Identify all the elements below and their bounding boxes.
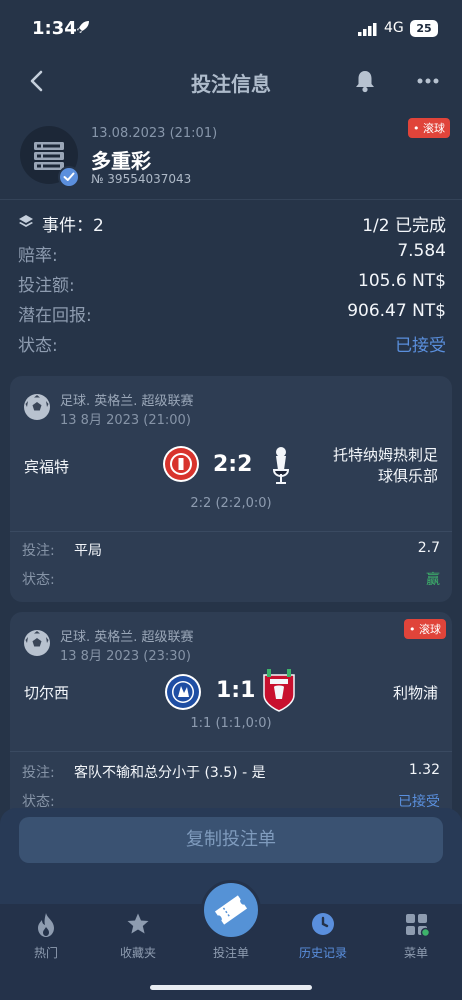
bet-selection: 平局 — [74, 543, 102, 559]
events-label: 事件：2 — [42, 216, 104, 236]
stake-row: 投注额: 105.6 NT$ — [18, 271, 446, 297]
halftime-score: 1:1 (1:1,0:0) — [190, 716, 272, 731]
selection-odds: 2.7 — [417, 540, 440, 556]
status-time: 1:34 — [32, 18, 77, 39]
verified-check-icon — [58, 166, 80, 188]
away-team-line2: 球俱乐部 — [377, 467, 438, 485]
event-status-label: 状态: — [22, 572, 55, 588]
star-icon — [127, 913, 149, 934]
tab-label: 历史记录 — [298, 946, 347, 960]
tab-label: 菜单 — [403, 946, 428, 960]
tab-label: 投注单 — [212, 946, 249, 960]
odds-value: 7.584 — [397, 241, 446, 261]
bell-icon[interactable] — [352, 68, 378, 94]
status-value: 已接受 — [395, 336, 446, 356]
tab-label: 热门 — [33, 946, 58, 960]
event-date: 13 8月 2023 (23:30) — [60, 649, 191, 664]
payout-label: 潜在回报: — [18, 306, 92, 326]
rocket-icon — [77, 21, 89, 33]
live-badge: • 滚球 — [404, 619, 446, 639]
page-title: 投注信息 — [191, 72, 271, 96]
chelsea-logo-icon — [165, 674, 201, 710]
bet-selection: 客队不输和总分小于 (3.5) - 是 — [74, 765, 266, 781]
more-options-icon[interactable] — [417, 78, 439, 84]
home-team: 切尔西 — [24, 684, 70, 702]
payout-row: 潜在回报: 906.47 NT$ — [18, 301, 446, 327]
away-team: 托特纳姆热刺足 球俱乐部 — [318, 444, 438, 486]
status-bar: 1:34 4G 25 — [0, 0, 462, 58]
card-divider — [10, 751, 452, 752]
odds-label: 赔率: — [18, 246, 58, 266]
away-team-line1: 托特纳姆热刺足 — [332, 446, 438, 464]
selection-odds: 1.32 — [408, 762, 440, 778]
bet-number: № 39554037043 — [91, 172, 192, 186]
stake-label: 投注额: — [18, 276, 75, 296]
liverpool-logo-icon — [263, 669, 295, 712]
network-type: 4G — [384, 20, 404, 36]
stake-value: 105.6 NT$ — [358, 271, 446, 291]
halftime-score: 2:2 (2:2,0:0) — [190, 496, 272, 511]
score: 2:2 — [213, 452, 253, 477]
football-icon — [24, 630, 50, 656]
bet-label: 投注: — [22, 543, 55, 559]
tab-history[interactable]: 历史记录 — [277, 904, 369, 974]
status-row: 状态: 已接受 — [18, 331, 446, 357]
status-label: 状态: — [18, 336, 58, 356]
odds-row: 赔率: 7.584 — [18, 241, 446, 267]
battery-icon: 25 — [410, 20, 438, 37]
league-name: 足球. 英格兰. 超级联赛 — [60, 630, 194, 645]
tottenham-logo-icon — [272, 447, 290, 484]
event-card[interactable]: 足球. 英格兰. 超级联赛 13 8月 2023 (21:00) 宾福特 2:2… — [10, 376, 452, 602]
copy-bet-slip-button[interactable]: 复制投注单 — [19, 817, 443, 863]
card-divider — [10, 531, 452, 532]
event-status-win: 赢 — [426, 572, 440, 588]
clock-icon — [312, 913, 334, 935]
home-indicator — [150, 985, 312, 990]
bet-type: 多重彩 — [91, 149, 151, 173]
live-badge: • 滚球 — [408, 118, 450, 138]
layers-icon — [19, 215, 33, 227]
bet-slip-center-button[interactable] — [201, 880, 261, 940]
signal-icon — [358, 23, 377, 36]
events-value: 1/2 已完成 — [362, 216, 446, 236]
flame-icon — [38, 913, 54, 937]
divider — [0, 199, 462, 200]
tab-hot[interactable]: 热门 — [0, 904, 92, 974]
football-icon — [24, 394, 50, 420]
event-date: 13 8月 2023 (21:00) — [60, 413, 191, 428]
bet-datetime: 13.08.2023 (21:01) — [91, 126, 218, 141]
payout-value: 906.47 NT$ — [347, 301, 446, 321]
home-team: 宾福特 — [24, 458, 70, 476]
away-team: 利物浦 — [392, 684, 438, 702]
tab-label: 收藏夹 — [119, 946, 156, 960]
events-row: 事件：2 1/2 已完成 — [18, 211, 446, 237]
header: 投注信息 — [0, 58, 462, 104]
score: 1:1 — [216, 678, 256, 703]
tab-menu[interactable]: 菜单 — [370, 904, 462, 974]
brentford-logo-icon — [163, 446, 199, 482]
bet-label: 投注: — [22, 765, 55, 781]
tab-favorites[interactable]: 收藏夹 — [92, 904, 184, 974]
ticket-icon — [214, 895, 248, 925]
league-name: 足球. 英格兰. 超级联赛 — [60, 394, 194, 409]
menu-grid-icon — [406, 914, 430, 938]
